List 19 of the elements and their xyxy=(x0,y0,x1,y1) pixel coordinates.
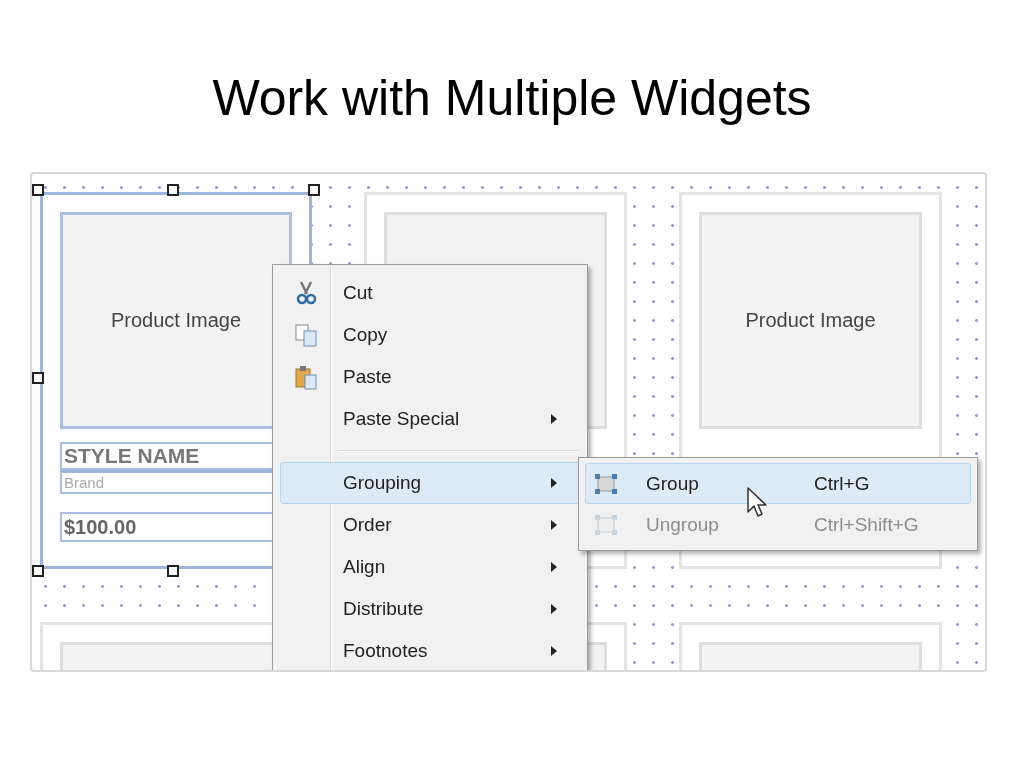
copy-icon xyxy=(294,323,318,347)
resize-handle[interactable] xyxy=(32,184,44,196)
menu-item[interactable]: Group Ctrl+G xyxy=(585,463,971,504)
mouse-pointer-icon xyxy=(746,486,768,520)
image-label: Product Image xyxy=(110,309,242,332)
image-label: Product Image xyxy=(745,309,876,332)
resize-handle[interactable] xyxy=(308,184,320,196)
menu-item[interactable]: Grouping xyxy=(280,462,580,504)
resize-handle[interactable] xyxy=(32,565,44,577)
resize-handle[interactable] xyxy=(167,565,179,577)
ungroup-icon xyxy=(593,512,619,537)
menu-item[interactable]: Footnotes xyxy=(280,630,580,670)
scissors-icon xyxy=(294,280,318,306)
resize-handle[interactable] xyxy=(32,372,44,384)
resize-handle[interactable] xyxy=(167,184,179,196)
menu-item[interactable]: Distribute xyxy=(280,588,580,630)
paste-icon xyxy=(294,364,318,390)
slide-title: Work with Multiple Widgets xyxy=(211,69,813,128)
group-icon xyxy=(593,471,619,496)
